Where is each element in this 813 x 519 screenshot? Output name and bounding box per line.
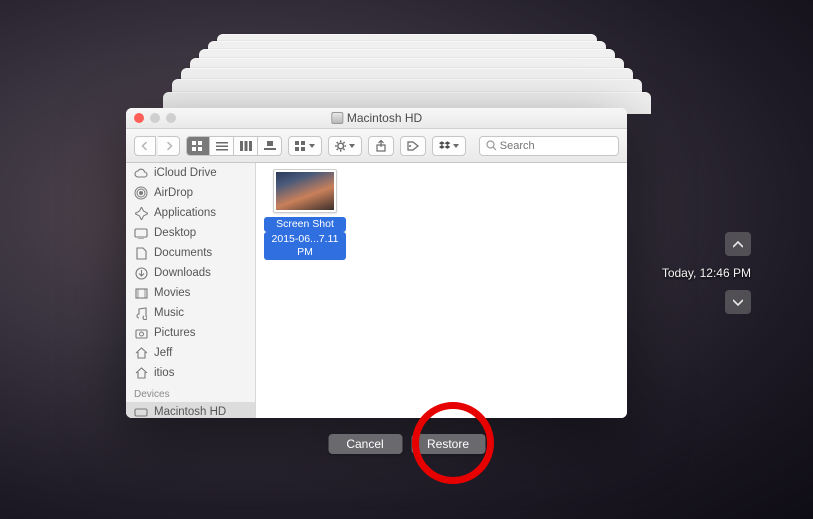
arrange-button[interactable] <box>288 136 322 156</box>
titlebar: Macintosh HD <box>126 108 627 129</box>
back-button[interactable] <box>134 136 156 156</box>
sidebar-item-label: Jeff <box>154 347 172 359</box>
toolbar <box>126 129 627 163</box>
list-view-button[interactable] <box>210 136 234 156</box>
dropbox-button[interactable] <box>432 136 466 156</box>
view-mode-segmented <box>186 136 282 156</box>
sidebar-item-label: Movies <box>154 287 190 299</box>
icon-view-button[interactable] <box>186 136 210 156</box>
airdrop-icon <box>134 186 148 200</box>
file-item[interactable]: Screen Shot 2015-06...7.11 PM <box>264 169 346 260</box>
sidebar-item-itios[interactable]: itios <box>126 363 255 383</box>
annotation-circle <box>412 402 494 484</box>
pictures-icon <box>134 326 148 340</box>
finder-window: Macintosh HD <box>126 108 627 418</box>
traffic-lights <box>134 113 176 123</box>
sidebar-item-label: Downloads <box>154 267 211 279</box>
sidebar-item-label: iCloud Drive <box>154 167 217 179</box>
search-field[interactable] <box>479 136 619 156</box>
sidebar-devices-header: Devices <box>126 383 255 402</box>
search-input[interactable] <box>500 140 612 152</box>
timeline-nav: Today, 12:46 PM <box>631 232 751 314</box>
documents-icon <box>134 246 148 260</box>
sidebar-item-macintosh-hd[interactable]: Macintosh HD <box>126 402 255 418</box>
sidebar-item-pictures[interactable]: Pictures <box>126 323 255 343</box>
chevron-down-icon <box>733 299 743 306</box>
sidebar-item-applications[interactable]: Applications <box>126 203 255 223</box>
chevron-up-icon <box>733 241 743 248</box>
file-browser: Screen Shot 2015-06...7.11 PM <box>256 163 627 418</box>
file-thumbnail <box>273 169 337 213</box>
sidebar-item-jeff[interactable]: Jeff <box>126 343 255 363</box>
share-button[interactable] <box>368 136 394 156</box>
window-title: Macintosh HD <box>347 111 422 125</box>
sidebar-item-label: itios <box>154 367 174 379</box>
sidebar-item-downloads[interactable]: Downloads <box>126 263 255 283</box>
search-icon <box>486 140 496 151</box>
sidebar-item-label: Desktop <box>154 227 196 239</box>
volume-icon <box>331 112 343 124</box>
minimize-window-button[interactable] <box>150 113 160 123</box>
home-icon <box>134 366 148 380</box>
sidebar-item-label: Applications <box>154 207 216 219</box>
applications-icon <box>134 206 148 220</box>
sidebar-item-movies[interactable]: Movies <box>126 283 255 303</box>
tags-button[interactable] <box>400 136 426 156</box>
sidebar: iCloud Drive AirDrop Applications Deskto… <box>126 163 256 418</box>
forward-button[interactable] <box>158 136 180 156</box>
sidebar-item-desktop[interactable]: Desktop <box>126 223 255 243</box>
close-window-button[interactable] <box>134 113 144 123</box>
hd-icon <box>134 405 148 418</box>
sidebar-item-label: Music <box>154 307 184 319</box>
sidebar-item-label: AirDrop <box>154 187 193 199</box>
desktop-icon <box>134 226 148 240</box>
file-name-line1: Screen Shot <box>264 217 346 232</box>
sidebar-item-label: Documents <box>154 247 212 259</box>
sidebar-item-documents[interactable]: Documents <box>126 243 255 263</box>
timeline-down-button[interactable] <box>725 290 751 314</box>
movies-icon <box>134 286 148 300</box>
sidebar-item-music[interactable]: Music <box>126 303 255 323</box>
sidebar-item-label: Macintosh HD <box>154 406 226 418</box>
music-icon <box>134 306 148 320</box>
cancel-button[interactable]: Cancel <box>328 434 402 454</box>
action-button[interactable] <box>328 136 362 156</box>
sidebar-item-icloud-drive[interactable]: iCloud Drive <box>126 163 255 183</box>
timeline-timestamp: Today, 12:46 PM <box>631 266 751 280</box>
column-view-button[interactable] <box>234 136 258 156</box>
timeline-up-button[interactable] <box>725 232 751 256</box>
sidebar-item-label: Pictures <box>154 327 196 339</box>
home-icon <box>134 346 148 360</box>
sidebar-item-airdrop[interactable]: AirDrop <box>126 183 255 203</box>
zoom-window-button[interactable] <box>166 113 176 123</box>
downloads-icon <box>134 266 148 280</box>
coverflow-view-button[interactable] <box>258 136 282 156</box>
cloud-icon <box>134 166 148 180</box>
file-name-line2: 2015-06...7.11 PM <box>264 232 346 260</box>
